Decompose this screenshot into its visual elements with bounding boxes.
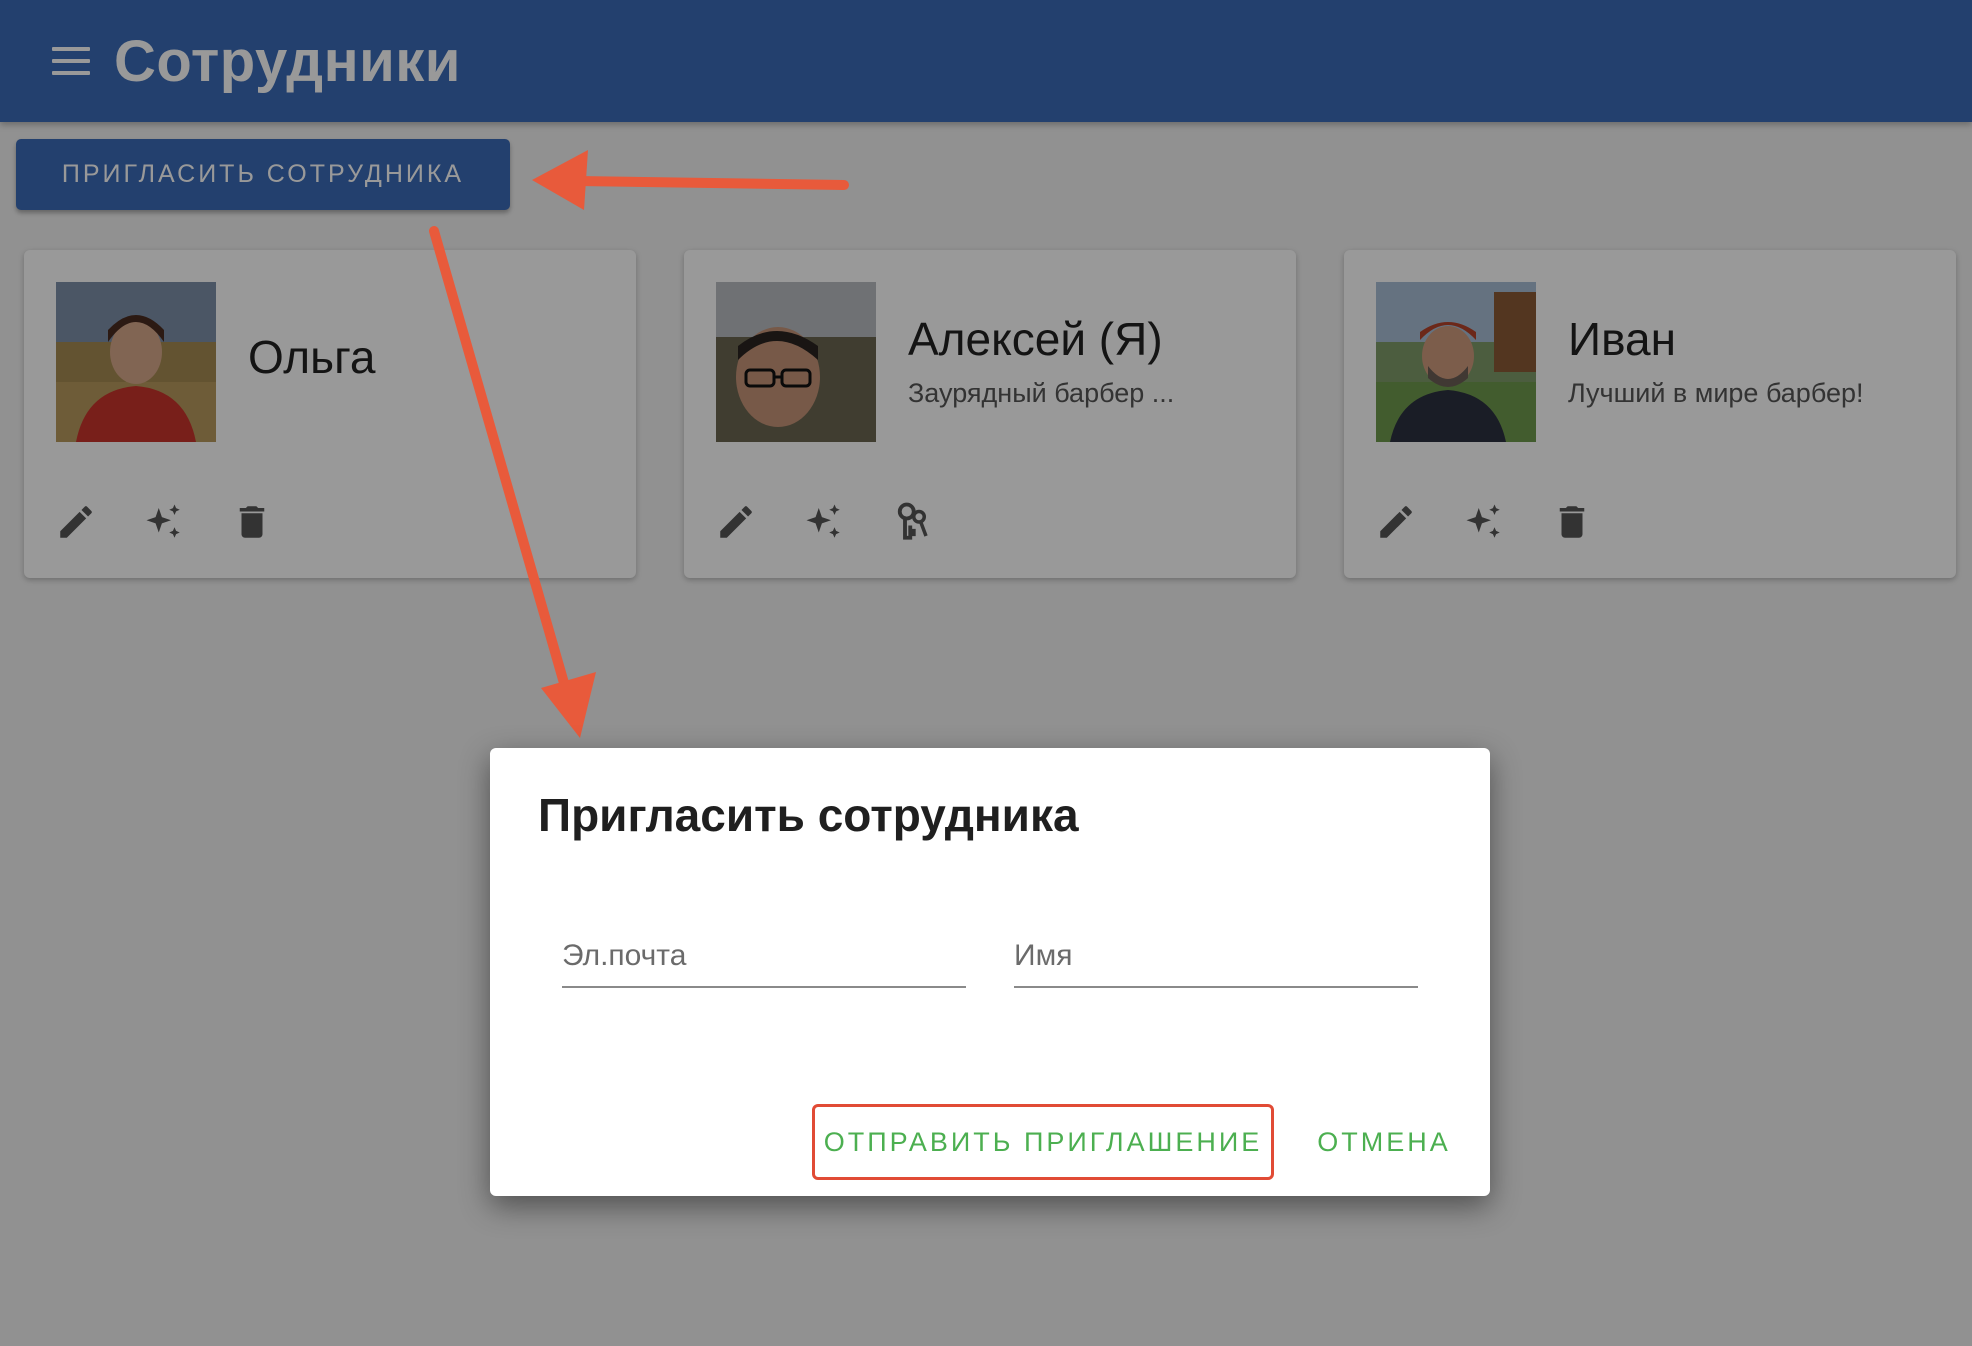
invite-dialog: Пригласить сотрудника ОТПРАВИТЬ ПРИГЛАШЕ… (490, 748, 1490, 1196)
dialog-title: Пригласить сотрудника (538, 789, 1079, 841)
email-field-wrapper (562, 926, 966, 988)
name-field-wrapper (1014, 926, 1418, 988)
employees-page: Сотрудники ПРИГЛАСИТЬ СОТРУДНИКА Ольга А… (0, 0, 1972, 1346)
send-invitation-button[interactable]: ОТПРАВИТЬ ПРИГЛАШЕНИЕ (812, 1104, 1274, 1180)
cancel-button[interactable]: ОТМЕНА (1304, 1104, 1464, 1180)
email-field[interactable] (562, 926, 966, 986)
name-field[interactable] (1014, 926, 1418, 986)
